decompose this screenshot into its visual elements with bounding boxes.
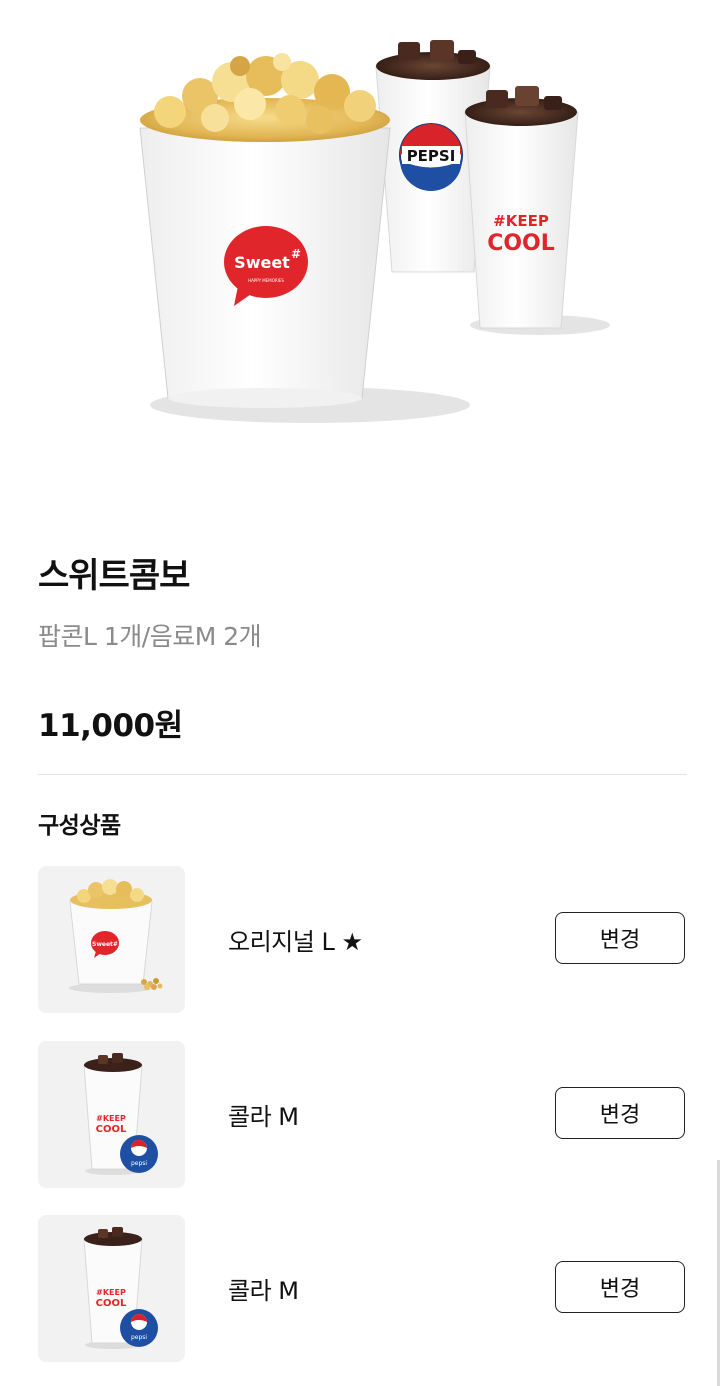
- popcorn-bucket-icon: Sweet # HAPPY MEMORIES: [139, 53, 391, 408]
- item-thumbnail: Sweet#: [38, 866, 185, 1013]
- svg-text:#KEEP: #KEEP: [493, 212, 549, 230]
- list-item: #KEEP COOL pepsi 콜라 M 변경: [38, 1215, 687, 1362]
- item-thumbnail: #KEEP COOL pepsi: [38, 1041, 185, 1188]
- svg-text:#: #: [291, 247, 301, 261]
- svg-text:Sweet: Sweet: [234, 253, 290, 272]
- list-item: #KEEP COOL pepsi 콜라 M 변경: [38, 1041, 687, 1188]
- pepsi-badge-icon: pepsi: [120, 1135, 158, 1173]
- item-thumbnail: #KEEP COOL pepsi: [38, 1215, 185, 1362]
- pepsi-badge-icon: pepsi: [120, 1309, 158, 1347]
- popcorn-icon: Sweet#: [69, 879, 163, 993]
- section-title: 구성상품: [38, 813, 121, 839]
- divider: [38, 774, 687, 775]
- item-name: 콜라 M: [228, 1103, 299, 1131]
- cola-cup-icon: #KEEP COOL pepsi: [83, 1227, 158, 1349]
- svg-text:Sweet#: Sweet#: [92, 941, 118, 948]
- hero-image: PEPSI #KEEP COOL Sweet # HAPPY MEMORIES: [0, 0, 720, 500]
- change-button[interactable]: 변경: [555, 1261, 685, 1313]
- change-button[interactable]: 변경: [555, 1087, 685, 1139]
- product-description: 팝콘L 1개/음료M 2개: [38, 622, 262, 651]
- product-price: 11,000원: [38, 708, 183, 744]
- pepsi-logo-text: PEPSI: [407, 147, 456, 165]
- list-item: Sweet# 오리지널 L ★ 변경: [38, 866, 687, 1013]
- change-button[interactable]: 변경: [555, 912, 685, 964]
- svg-text:pepsi: pepsi: [131, 1160, 147, 1167]
- svg-text:COOL: COOL: [487, 231, 555, 256]
- cola-cup-icon: #KEEP COOL pepsi: [83, 1053, 158, 1175]
- item-name: 오리지널 L ★: [228, 928, 363, 956]
- product-title: 스위트콤보: [38, 556, 190, 596]
- svg-text:pepsi: pepsi: [131, 1334, 147, 1341]
- svg-text:#KEEP: #KEEP: [96, 1114, 126, 1123]
- svg-text:COOL: COOL: [96, 1124, 127, 1135]
- svg-text:HAPPY MEMORIES: HAPPY MEMORIES: [248, 278, 284, 283]
- keep-cool-cup-icon: #KEEP COOL: [464, 86, 579, 329]
- item-name: 콜라 M: [228, 1277, 299, 1305]
- svg-text:COOL: COOL: [96, 1298, 127, 1309]
- svg-text:#KEEP: #KEEP: [96, 1288, 126, 1297]
